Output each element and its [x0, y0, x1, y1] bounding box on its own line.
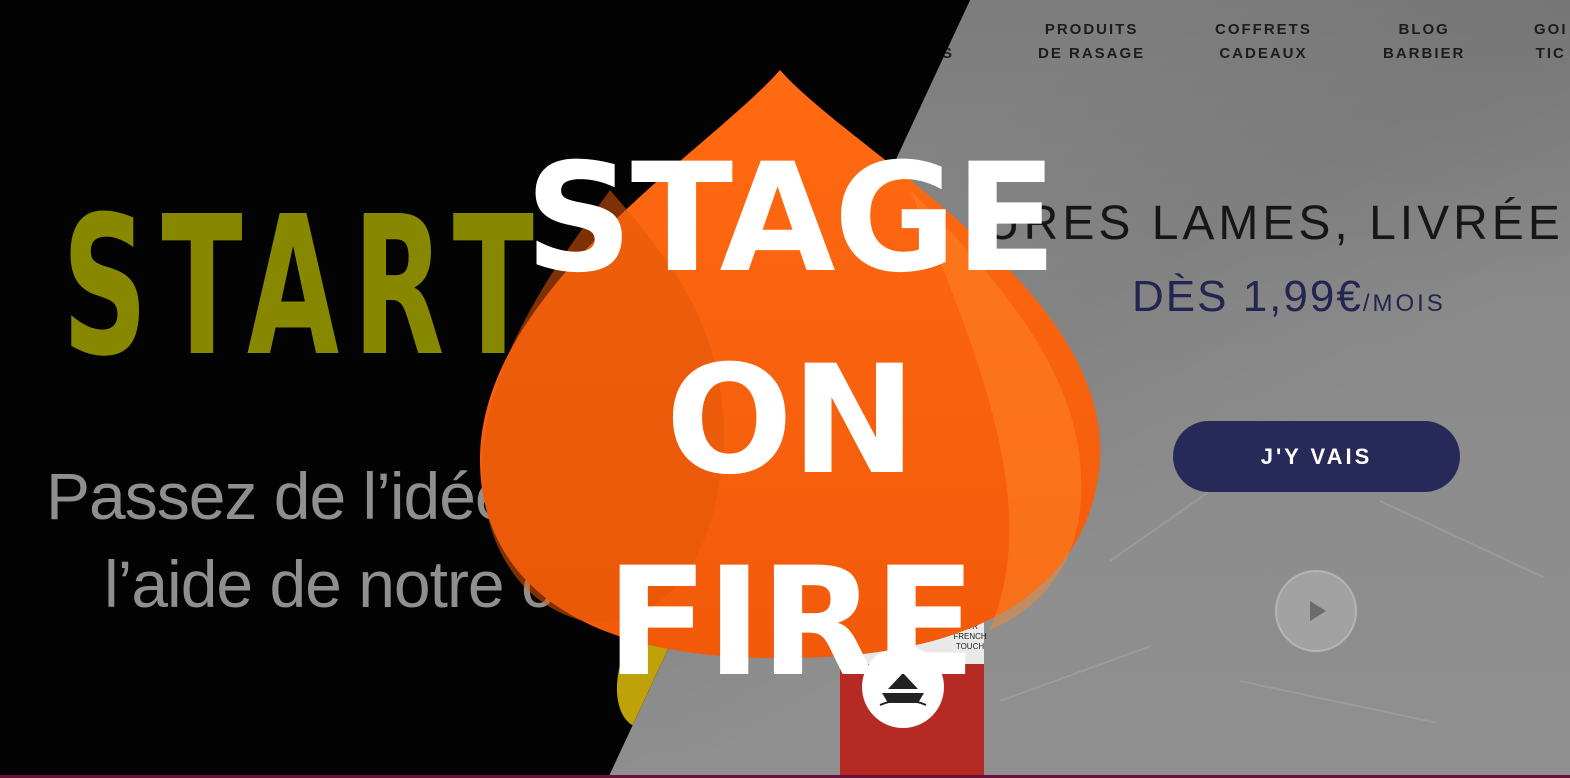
logo-wordmark: STAGE ON FIRE [510, 118, 1070, 724]
logo-line: ON [665, 334, 916, 508]
marble-vein [1109, 491, 1209, 562]
nav-label-line: PRODUITS [1044, 21, 1139, 38]
logo-line: FIRE [605, 536, 976, 710]
marble-vein [1239, 680, 1436, 724]
hero-price: DÈS 1,99€/MOIS [1132, 272, 1446, 322]
price-unit: /MOIS [1362, 290, 1446, 317]
cta-button[interactable]: J'Y VAIS [1173, 421, 1460, 492]
nav-label-line: CADEAUX [1219, 45, 1308, 62]
nav-label-line: TIC [1535, 45, 1566, 62]
marble-vein [1379, 500, 1544, 578]
nav-label-line: COFFRETS [1215, 21, 1312, 38]
nav-item-blog[interactable]: BLOG BARBIER [1383, 18, 1465, 66]
video-play-button[interactable] [1277, 572, 1355, 650]
nav-label-line: BARBIER [1383, 45, 1466, 62]
nav-label-line: BLOG [1398, 21, 1450, 38]
nav-item-partial-right[interactable]: GOI TIC [1534, 18, 1568, 66]
play-icon [1310, 601, 1326, 621]
nav-label-line: GOI [1534, 21, 1568, 38]
logo-line: STAGE [524, 132, 1057, 306]
nav-item-gifts[interactable]: COFFRETS CADEAUX [1215, 18, 1312, 66]
tagline-line-1: Passez de l’idée [46, 459, 512, 533]
nav-item-products[interactable]: PRODUITS DE RASAGE [1038, 18, 1145, 66]
thumbnail-canvas: R ES PRODUITS DE RASAGE COFFRETS CADEAUX… [0, 0, 1570, 778]
price-value: DÈS 1,99€ [1132, 272, 1363, 321]
